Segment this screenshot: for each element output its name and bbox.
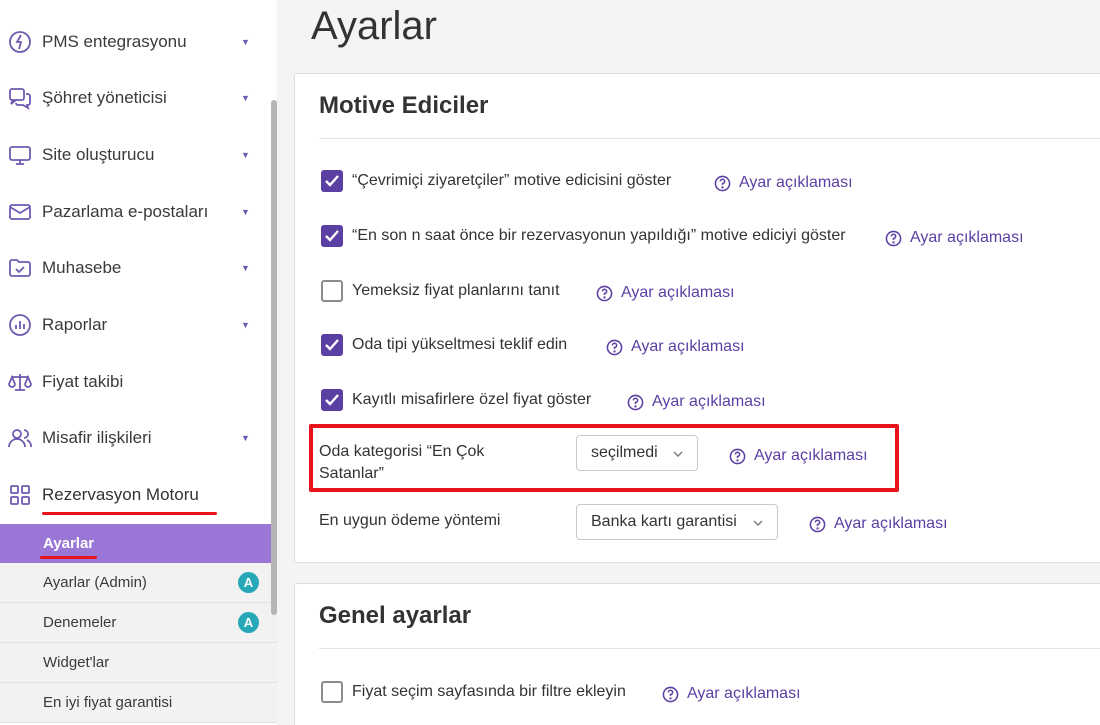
card-title: Motive Ediciler — [319, 92, 489, 119]
help-link-label: Ayar açıklaması — [652, 393, 766, 410]
option-label: “Çevrimiçi ziyaretçiler” motive edicisin… — [352, 172, 672, 189]
submenu-item-label: Denemeler — [43, 614, 117, 631]
help-link-label: Ayar açıklaması — [631, 338, 745, 355]
sidebar-item-label: Site oluşturucu — [42, 145, 155, 164]
help-circle-icon — [606, 339, 623, 356]
sidebar-item-reports[interactable]: Raporlar ▼ — [0, 297, 270, 353]
chevron-down-icon: ▼ — [241, 320, 250, 330]
option-recent-booking[interactable]: “En son n saat önce bir rezervasyonun ya… — [321, 225, 846, 247]
sidebar-item-label: PMS entegrasyonu — [42, 32, 187, 51]
sidebar-item-label: Muhasebe — [42, 258, 122, 277]
main-content: Ayarlar Motive Ediciler “Çevrimiçi ziyar… — [277, 0, 1100, 725]
option-label: “En son n saat önce bir rezervasyonun ya… — [352, 227, 846, 244]
sidebar-item-label: Şöhret yöneticisi — [42, 88, 167, 107]
option-online-visitors[interactable]: “Çevrimiçi ziyaretçiler” motive edicisin… — [321, 170, 671, 192]
admin-badge: A — [238, 572, 259, 593]
submenu-item-label: Widget'lar — [43, 654, 110, 671]
help-circle-icon — [627, 394, 644, 411]
sidebar-item-label: Pazarlama e-postaları — [42, 202, 209, 221]
help-link-label: Ayar açıklaması — [910, 229, 1024, 246]
help-circle-icon — [885, 230, 902, 247]
chevron-down-icon: ▼ — [241, 207, 250, 217]
sidebar-item-price-tracking[interactable]: Fiyat takibi — [0, 354, 270, 410]
sidebar-item-accounting[interactable]: Muhasebe ▼ — [0, 240, 270, 296]
sidebar-item-site-builder[interactable]: Site oluşturucu ▼ — [0, 127, 270, 183]
annotation-underline — [42, 512, 217, 515]
checkbox-checked[interactable] — [321, 334, 343, 356]
chevron-down-icon: ▼ — [241, 433, 250, 443]
page-title: Ayarlar — [311, 4, 437, 48]
chevron-down-icon — [753, 515, 763, 526]
sidebar-item-label: Rezervasyon Motoru — [42, 485, 199, 504]
checkbox-unchecked[interactable] — [321, 681, 343, 703]
sidebar: PMS entegrasyonu ▼ Şöhret yöneticisi ▼ S… — [0, 0, 277, 725]
scales-icon — [8, 370, 32, 394]
admin-badge: A — [238, 612, 259, 633]
help-link-label: Ayar açıklaması — [739, 174, 853, 191]
help-link-label: Ayar açıklaması — [621, 284, 735, 301]
setting-help-link[interactable]: Ayar açıklaması — [809, 515, 948, 533]
chevron-down-icon: ▼ — [241, 93, 250, 103]
submenu-item-widgets[interactable]: Widget'lar — [0, 643, 277, 683]
divider — [319, 138, 1100, 139]
sidebar-item-label: Fiyat takibi — [42, 372, 124, 391]
checkbox-checked[interactable] — [321, 225, 343, 247]
chat-bubbles-icon — [8, 86, 32, 110]
chevron-down-icon: ▼ — [241, 150, 250, 160]
sidebar-item-reputation[interactable]: Şöhret yöneticisi ▼ — [0, 70, 270, 126]
card-title: Genel ayarlar — [319, 602, 472, 629]
setting-help-link[interactable]: Ayar açıklaması — [885, 229, 1024, 247]
option-label: Kayıtlı misafirlere özel fiyat göster — [352, 391, 592, 408]
chart-circle-icon — [8, 313, 32, 337]
option-label: Oda tipi yükseltmesi teklif edin — [352, 336, 568, 353]
chevron-down-icon: ▼ — [241, 37, 250, 47]
help-circle-icon — [809, 516, 826, 533]
setting-help-link[interactable]: Ayar açıklaması — [662, 685, 801, 703]
setting-help-link[interactable]: Ayar açıklaması — [627, 393, 766, 411]
sidebar-item-label: Misafir ilişkileri — [42, 428, 152, 447]
help-link-label: Ayar açıklaması — [834, 515, 948, 532]
general-settings-card: Genel ayarlar Fiyat seçim sayfasında bir… — [294, 583, 1100, 725]
submenu-item-experiments[interactable]: Denemeler A — [0, 603, 277, 643]
divider — [319, 648, 1100, 649]
option-no-meal-plans[interactable]: Yemeksiz fiyat planlarını tanıt — [321, 280, 560, 302]
select-value: Banka kartı garantisi — [591, 513, 737, 530]
option-member-price[interactable]: Kayıtlı misafirlere özel fiyat göster — [321, 389, 591, 411]
help-link-label: Ayar açıklaması — [687, 685, 801, 702]
option-price-filter[interactable]: Fiyat seçim sayfasında bir filtre ekleyi… — [321, 681, 626, 703]
payment-label: En uygun ödeme yöntemi — [319, 512, 501, 529]
checkbox-unchecked[interactable] — [321, 280, 343, 302]
annotation-highlight-box — [309, 424, 899, 492]
option-label: Fiyat seçim sayfasında bir filtre ekleyi… — [352, 683, 626, 700]
users-icon — [8, 426, 32, 450]
setting-help-link[interactable]: Ayar açıklaması — [714, 174, 853, 192]
submenu-item-label: En iyi fiyat garantisi — [43, 694, 173, 711]
sidebar-item-marketing-emails[interactable]: Pazarlama e-postaları ▼ — [0, 184, 270, 240]
setting-help-link[interactable]: Ayar açıklaması — [596, 284, 735, 302]
envelope-icon — [8, 200, 32, 224]
help-circle-icon — [662, 686, 679, 703]
submenu-item-label: Ayarlar — [43, 535, 95, 552]
setting-help-link[interactable]: Ayar açıklaması — [606, 338, 745, 356]
chevron-down-icon: ▼ — [241, 263, 250, 273]
option-room-upgrade[interactable]: Oda tipi yükseltmesi teklif edin — [321, 334, 567, 356]
grid-icon — [8, 483, 32, 507]
pms-icon — [8, 30, 32, 54]
help-circle-icon — [596, 285, 613, 302]
checkbox-checked[interactable] — [321, 170, 343, 192]
folder-check-icon — [8, 256, 32, 280]
sidebar-item-label: Raporlar — [42, 315, 108, 334]
submenu-item-label: Ayarlar (Admin) — [43, 574, 147, 591]
sidebar-item-pms[interactable]: PMS entegrasyonu ▼ — [0, 14, 270, 70]
sidebar-item-guest-relations[interactable]: Misafir ilişkileri ▼ — [0, 410, 270, 466]
submenu-item-settings-admin[interactable]: Ayarlar (Admin) A — [0, 563, 277, 603]
help-circle-icon — [714, 175, 731, 192]
monitor-icon — [8, 143, 32, 167]
submenu-item-best-price[interactable]: En iyi fiyat garantisi — [0, 683, 277, 723]
checkbox-checked[interactable] — [321, 389, 343, 411]
option-label: Yemeksiz fiyat planlarını tanıt — [352, 282, 560, 299]
payment-method-select[interactable]: Banka kartı garantisi — [576, 504, 778, 540]
annotation-underline — [40, 556, 97, 559]
